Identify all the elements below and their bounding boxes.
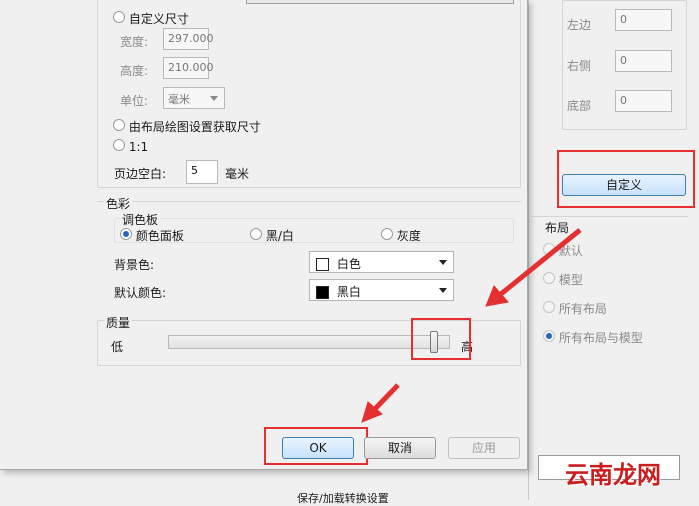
arrow-to-slider	[494, 228, 582, 300]
arrow-to-ok	[370, 383, 400, 414]
watermark-logo: 云南龙网	[565, 461, 661, 489]
annotation-arrows	[361, 228, 582, 423]
